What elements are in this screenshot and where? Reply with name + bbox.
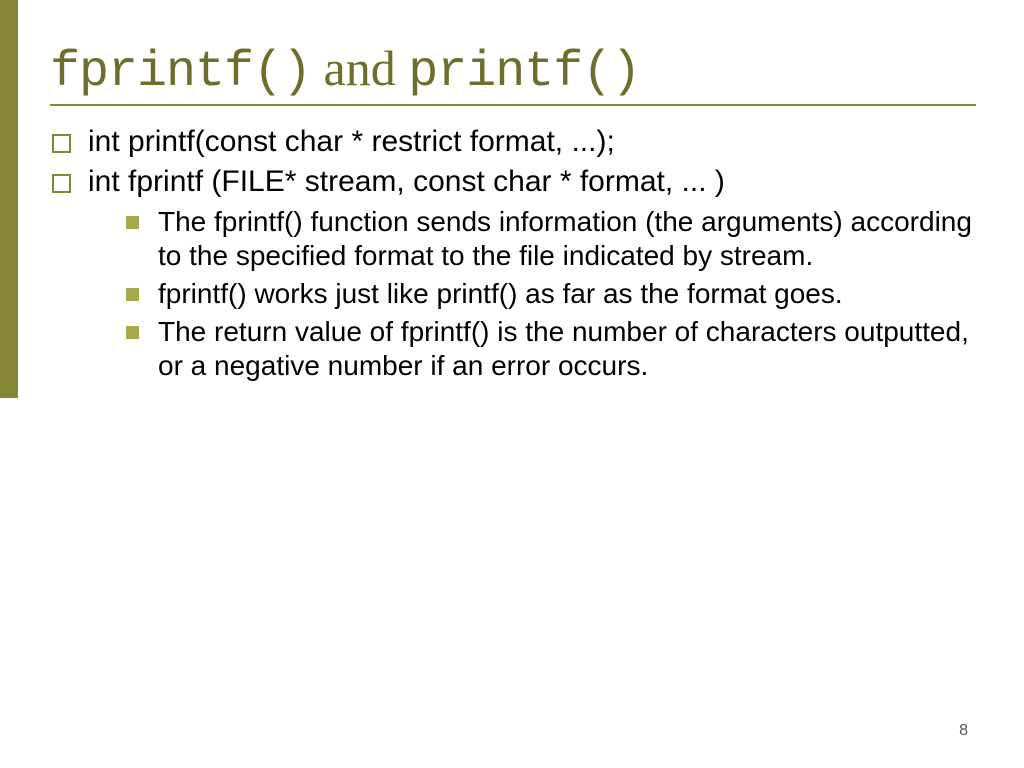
bullet-level1: int fprintf (FILE* stream, const char * …	[52, 164, 972, 201]
bullet-level2: The fprintf() function sends information…	[126, 205, 972, 273]
bullet-text: fprintf() works just like printf() as fa…	[158, 278, 843, 309]
title-joiner: and	[311, 40, 408, 96]
slide: fprintf() and printf() int printf(const …	[0, 0, 1024, 768]
title-code-1: fprintf()	[50, 44, 311, 101]
accent-sidebar	[0, 0, 18, 398]
sub-bullet-list: The fprintf() function sends information…	[126, 205, 972, 384]
title-code-2: printf()	[408, 44, 640, 101]
bullet-level1: int printf(const char * restrict format,…	[52, 124, 972, 161]
bullet-level2: fprintf() works just like printf() as fa…	[126, 277, 972, 311]
title-container: fprintf() and printf()	[50, 42, 976, 106]
slide-body: int printf(const char * restrict format,…	[52, 124, 972, 384]
bullet-text: The fprintf() function sends information…	[158, 206, 972, 271]
bullet-text: int fprintf (FILE* stream, const char * …	[88, 165, 725, 198]
page-number: 8	[959, 722, 968, 740]
bullet-text: The return value of fprintf() is the num…	[158, 316, 969, 381]
slide-title: fprintf() and printf()	[50, 42, 976, 100]
bullet-text: int printf(const char * restrict format,…	[88, 125, 615, 158]
bullet-level2: The return value of fprintf() is the num…	[126, 315, 972, 383]
